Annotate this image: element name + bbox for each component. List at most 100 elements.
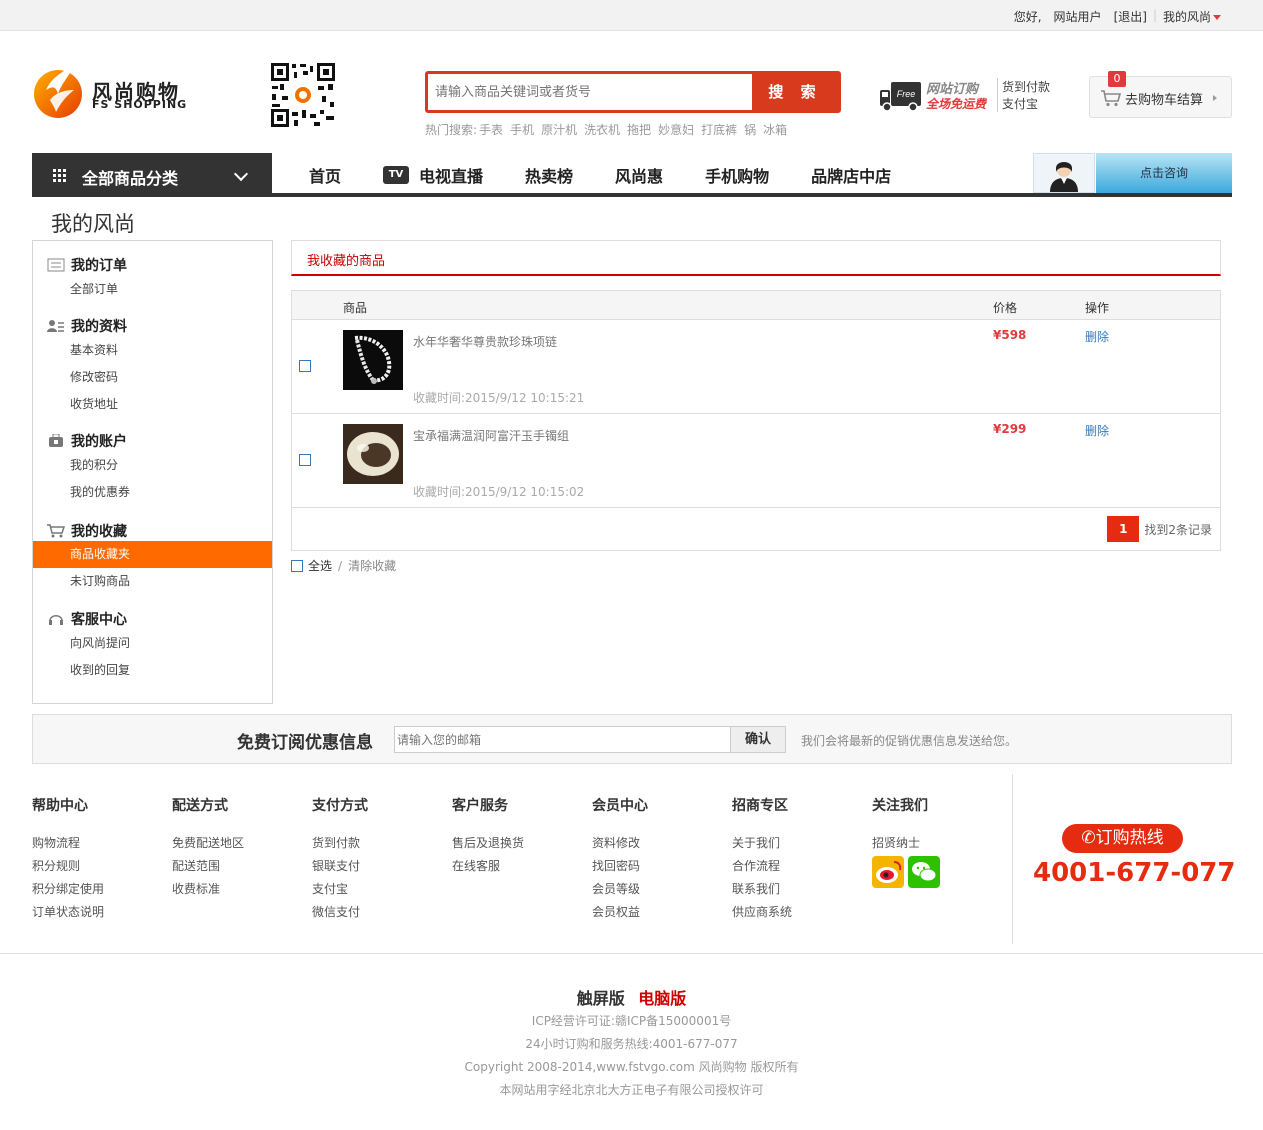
footer-link[interactable]: 关于我们 xyxy=(732,832,862,855)
nav-item-tv-live[interactable]: TV 电视直播 xyxy=(362,163,504,187)
footer-link[interactable]: 订单状态说明 xyxy=(32,901,162,924)
footer-link[interactable]: 会员权益 xyxy=(592,901,722,924)
subscribe-confirm-button[interactable]: 确认 xyxy=(730,726,786,753)
site-logo[interactable]: 风尚购物 FS SHOPPING xyxy=(32,60,212,124)
footer-link[interactable]: 银联支付 xyxy=(312,855,442,878)
sidebar-item-ask[interactable]: 向风尚提问 xyxy=(33,630,272,657)
nav-item-brand-stores[interactable]: 品牌店中店 xyxy=(790,163,912,187)
tv-icon: TV xyxy=(383,166,410,184)
hot-search-keyword[interactable]: 拖把 xyxy=(627,121,651,138)
product-thumbnail[interactable] xyxy=(343,424,403,484)
shipping-promo: Free 网站订购 全场免运费 货到付款 支付宝 xyxy=(880,78,1055,114)
hot-search-keyword[interactable]: 冰箱 xyxy=(763,121,787,138)
email-field[interactable] xyxy=(394,726,731,753)
tab-favorites[interactable]: 我收藏的商品 xyxy=(291,240,1221,276)
nav-label: 品牌店中店 xyxy=(811,167,892,186)
footer-link[interactable]: 招贤纳士 xyxy=(872,832,1002,855)
hot-search: 热门搜索: 手表 手机 原汁机 洗衣机 拖把 妙意妇 打底裤锅冰箱 xyxy=(425,121,787,138)
row-checkbox[interactable] xyxy=(299,454,311,466)
footer-column: 帮助中心购物流程 积分规则 积分绑定使用 订单状态说明 xyxy=(32,795,162,924)
nav-item-fs-deals[interactable]: 风尚惠 xyxy=(594,163,684,187)
bulk-actions: 全选 / 清除收藏 xyxy=(291,557,396,574)
delete-link[interactable]: 删除 xyxy=(1085,422,1109,439)
footer-column: 支付方式 货到付款 银联支付 支付宝 微信支付 xyxy=(312,795,442,924)
footer-link[interactable]: 货到付款 xyxy=(312,832,442,855)
sidebar-item-coupons[interactable]: 我的优惠券 xyxy=(33,479,272,506)
logo-mark-icon xyxy=(34,64,82,118)
clear-favorites-link[interactable]: 清除收藏 xyxy=(348,557,396,574)
footer-link[interactable]: 收费标准 xyxy=(172,878,302,901)
sidebar-item-basic-info[interactable]: 基本资料 xyxy=(33,337,272,364)
sidebar-item-favorites[interactable]: 商品收藏夹 xyxy=(33,541,272,568)
select-all-checkbox[interactable] xyxy=(291,559,303,572)
footer-link[interactable]: 支付宝 xyxy=(312,878,442,901)
footer-column-title: 帮助中心 xyxy=(32,798,88,814)
footer-link[interactable]: 积分绑定使用 xyxy=(32,878,162,901)
footer-column: 客户服务 售后及退换货 在线客服 xyxy=(452,795,582,878)
footer-link[interactable]: 联系我们 xyxy=(732,878,862,901)
cart-button[interactable]: 0 去购物车结算 xyxy=(1089,71,1232,118)
icp-license: ICP经营许可证:赣ICP备15000001号 xyxy=(531,1014,732,1028)
tab-favorites-label: 我收藏的商品 xyxy=(307,254,386,269)
footer-link[interactable]: 在线客服 xyxy=(452,855,582,878)
select-all-label[interactable]: 全选 xyxy=(308,557,332,574)
product-thumbnail[interactable] xyxy=(343,330,403,390)
nav-label: 手机购物 xyxy=(705,167,770,186)
touch-version-link[interactable]: 触屏版 xyxy=(577,989,625,1008)
footer-link[interactable]: 微信支付 xyxy=(312,901,442,924)
logout-link[interactable]: [退出] xyxy=(1108,8,1153,25)
delete-link[interactable]: 删除 xyxy=(1085,328,1109,345)
product-name-link[interactable]: 宝承福满温润阿富汗玉手镯组 xyxy=(413,427,569,444)
all-categories-button[interactable]: 全部商品分类 xyxy=(32,153,272,197)
footer-link[interactable]: 积分规则 xyxy=(32,855,162,878)
pc-version-link[interactable]: 电脑版 xyxy=(638,989,686,1008)
consult-button[interactable]: 点击咨询 xyxy=(1096,153,1232,193)
nav-item-bestsellers[interactable]: 热卖榜 xyxy=(504,163,594,187)
hot-search-keyword[interactable]: 原汁机 xyxy=(541,121,577,138)
footer-link[interactable]: 供应商系统 xyxy=(732,901,862,924)
my-fs-link[interactable]: 我的风尚 xyxy=(1157,8,1227,25)
hot-search-keyword[interactable]: 锅 xyxy=(744,121,756,138)
consult-widget[interactable]: 点击咨询 xyxy=(1033,153,1232,193)
copyright: Copyright 2008-2014,www.fstvgo.com 风尚购物 … xyxy=(464,1060,799,1074)
subscribe-bar: 免费订阅优惠信息 确认 我们会将最新的促销优惠信息发送给您。 xyxy=(32,714,1232,764)
weibo-icon[interactable] xyxy=(872,856,904,888)
wechat-icon[interactable] xyxy=(908,856,940,888)
nav-item-mobile[interactable]: 手机购物 xyxy=(684,163,790,187)
sidebar-heading-label: 客服中心 xyxy=(71,612,127,628)
footer-link[interactable]: 免费配送地区 xyxy=(172,832,302,855)
hot-search-keyword[interactable]: 打底裤 xyxy=(701,121,737,138)
search-input[interactable] xyxy=(428,74,752,110)
hot-search-keyword[interactable]: 洗衣机 xyxy=(584,121,620,138)
row-checkbox[interactable] xyxy=(299,360,311,372)
hotline-number: 4001-677-077 xyxy=(1033,858,1236,888)
footer-link[interactable]: 会员等级 xyxy=(592,878,722,901)
page-button-current[interactable]: 1 xyxy=(1107,516,1140,542)
hot-search-keyword[interactable]: 手表 xyxy=(479,121,503,138)
sidebar-item-not-ordered[interactable]: 未订购商品 xyxy=(33,568,272,595)
nav-label: 风尚惠 xyxy=(615,167,664,186)
sidebar-item-address[interactable]: 收货地址 xyxy=(33,391,272,418)
greeting-text: 您好, xyxy=(1013,10,1042,24)
phone-icon: ✆ xyxy=(1081,828,1096,848)
hot-search-keyword[interactable]: 妙意妇 xyxy=(658,121,694,138)
product-name-link[interactable]: 水年华奢华尊贵款珍珠项链 xyxy=(413,333,557,350)
footer-link[interactable]: 配送范围 xyxy=(172,855,302,878)
footer-link[interactable]: 合作流程 xyxy=(732,855,862,878)
footer-link[interactable]: 购物流程 xyxy=(32,832,162,855)
search-button[interactable]: 搜 索 xyxy=(752,74,838,110)
order-icon xyxy=(47,258,65,272)
sidebar-item-points[interactable]: 我的积分 xyxy=(33,452,272,479)
footer-column: 配送方式 免费配送地区 配送范围 收费标准 xyxy=(172,795,302,901)
sidebar-item-all-orders[interactable]: 全部订单 xyxy=(33,276,272,303)
sidebar: 我的订单 全部订单 我的资料 基本资料 修改密码 收货地址 我的账户 我的积分 … xyxy=(32,240,273,704)
nav-item-home[interactable]: 首页 xyxy=(288,163,362,187)
footer-link[interactable]: 找回密码 xyxy=(592,855,722,878)
user-link[interactable]: 网站用户 xyxy=(1048,8,1108,25)
sidebar-item-change-password[interactable]: 修改密码 xyxy=(33,364,272,391)
product-price: ¥598 xyxy=(993,328,1027,342)
hot-search-keyword[interactable]: 手机 xyxy=(510,121,534,138)
sidebar-item-replies[interactable]: 收到的回复 xyxy=(33,657,272,684)
footer-link[interactable]: 资料修改 xyxy=(592,832,722,855)
footer-link[interactable]: 售后及退换货 xyxy=(452,832,582,855)
